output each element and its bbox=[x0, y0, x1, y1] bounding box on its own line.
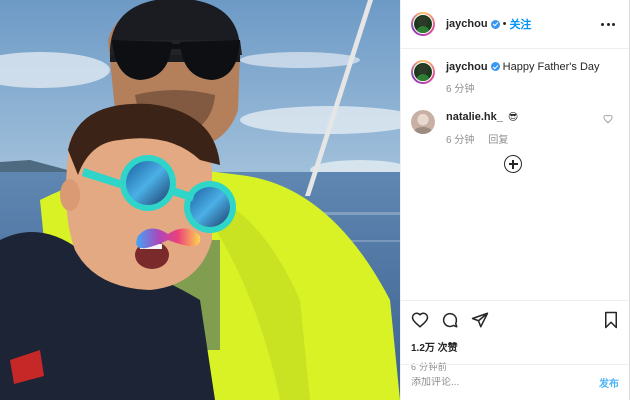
caption-author-avatar[interactable] bbox=[411, 60, 435, 84]
separator-dot: • bbox=[502, 18, 507, 30]
caption-time: 6 分钟 bbox=[446, 84, 475, 95]
post-caption: jaychou Happy Father's Day 6 分钟 bbox=[411, 60, 619, 97]
post-side-panel: jaychou • 关注 jaychou Happy Father's Day … bbox=[400, 0, 630, 400]
photo-illustration bbox=[0, 0, 400, 400]
commenter-avatar[interactable] bbox=[411, 110, 435, 134]
action-bar bbox=[411, 310, 619, 330]
comment-bubble-icon[interactable] bbox=[441, 311, 459, 329]
heart-icon[interactable] bbox=[411, 311, 429, 329]
paper-plane-icon[interactable] bbox=[471, 311, 489, 329]
likes-count[interactable]: 1.2万 次赞 bbox=[411, 339, 619, 354]
verified-badge-icon bbox=[490, 19, 500, 29]
comment-time: 6 分钟 bbox=[446, 135, 475, 146]
instagram-post: jaychou • 关注 jaychou Happy Father's Day … bbox=[0, 0, 630, 400]
caption-author-username[interactable]: jaychou bbox=[446, 61, 488, 73]
comment-item: natalie.hk_ 😎 6 分钟 回复 bbox=[411, 110, 619, 148]
bookmark-icon[interactable] bbox=[603, 311, 619, 329]
plus-circle-icon[interactable] bbox=[504, 155, 522, 173]
comment-composer: 发布 bbox=[401, 364, 629, 400]
post-actions-section: 1.2万 次赞 6 分钟前 bbox=[401, 300, 629, 373]
comment-input[interactable] bbox=[411, 377, 599, 388]
author-username[interactable]: jaychou bbox=[446, 18, 488, 30]
sunglasses-emoji-icon: 😎 bbox=[507, 112, 519, 123]
reply-button[interactable]: 回复 bbox=[488, 135, 508, 146]
follow-button[interactable]: 关注 bbox=[509, 16, 531, 32]
comment-heart-icon[interactable] bbox=[603, 114, 613, 124]
verified-badge-icon bbox=[490, 62, 500, 71]
post-header: jaychou • 关注 bbox=[401, 0, 629, 49]
post-photo[interactable] bbox=[0, 0, 400, 400]
caption-text: Happy Father's Day bbox=[502, 61, 600, 73]
author-avatar[interactable] bbox=[411, 12, 435, 36]
more-horizontal-icon[interactable] bbox=[601, 17, 615, 31]
post-comment-button[interactable]: 发布 bbox=[599, 375, 619, 390]
commenter-username[interactable]: natalie.hk_ bbox=[446, 111, 503, 123]
